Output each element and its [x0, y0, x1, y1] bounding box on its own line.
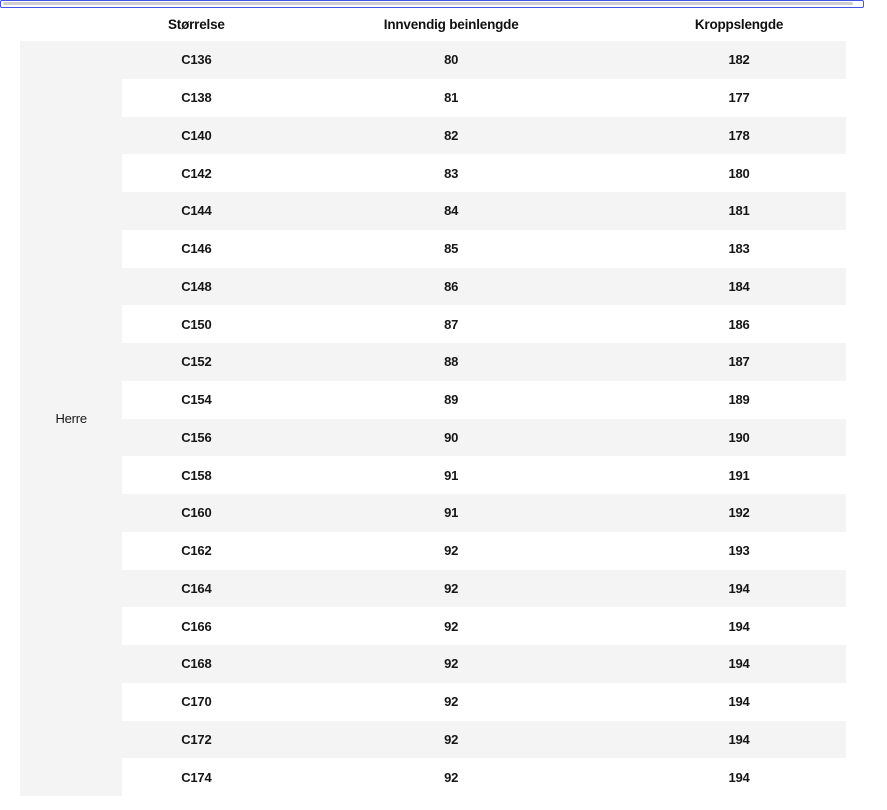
table-row: C138 81 177 — [20, 78, 846, 117]
col-header-kroppslengde: Kroppslengde — [632, 8, 846, 41]
inner-leg-cell: 91 — [270, 456, 633, 494]
table-row: C142 83 180 — [20, 154, 846, 192]
inner-leg-cell: 82 — [270, 116, 633, 155]
inner-leg-cell: 86 — [270, 267, 633, 306]
size-cell: C154 — [122, 380, 271, 419]
inner-leg-cell: 87 — [270, 305, 633, 343]
table-row: C172 92 194 — [20, 720, 846, 759]
size-cell: C174 — [122, 758, 271, 796]
table-row: C148 86 184 — [20, 267, 846, 306]
table-row: C144 84 181 — [20, 192, 846, 230]
body-length-cell: 190 — [632, 418, 846, 457]
size-cell: C140 — [122, 116, 271, 155]
body-length-cell: 194 — [632, 720, 846, 759]
body-length-cell: 189 — [632, 380, 846, 419]
inner-leg-cell: 92 — [270, 607, 633, 645]
header-row: Størrelse Innvendig beinlengde Kroppslen… — [20, 8, 846, 41]
body-length-cell: 178 — [632, 116, 846, 155]
inner-leg-cell: 80 — [270, 41, 633, 79]
inner-leg-cell: 84 — [270, 192, 633, 230]
body-length-cell: 194 — [632, 682, 846, 721]
inner-leg-cell: 92 — [270, 645, 633, 683]
inner-leg-cell: 83 — [270, 154, 633, 192]
body-length-cell: 187 — [632, 343, 846, 381]
inner-leg-cell: 91 — [270, 494, 633, 532]
size-cell: C162 — [122, 531, 271, 570]
table-row: C160 91 192 — [20, 494, 846, 532]
inner-leg-cell: 81 — [270, 78, 633, 117]
table-row: C162 92 193 — [20, 531, 846, 570]
body-length-cell: 194 — [632, 758, 846, 796]
header-spacer-cell — [20, 8, 123, 41]
table-row: C166 92 194 — [20, 607, 846, 645]
inner-leg-cell: 90 — [270, 418, 633, 457]
size-cell: C172 — [122, 720, 271, 759]
body-length-cell: 191 — [632, 456, 846, 494]
size-cell: C138 — [122, 78, 271, 117]
size-cell: C168 — [122, 645, 271, 683]
size-cell: C166 — [122, 607, 271, 645]
body-length-cell: 183 — [632, 229, 846, 268]
horizontal-scrollbar[interactable] — [0, 0, 864, 8]
table-row: C150 87 186 — [20, 305, 846, 343]
size-cell: C142 — [122, 154, 271, 192]
group-label-herre: Herre — [20, 41, 123, 796]
size-cell: C150 — [122, 305, 271, 343]
size-cell: C152 — [122, 343, 271, 381]
table-row: C154 89 189 — [20, 380, 846, 419]
body-length-cell: 177 — [632, 78, 846, 117]
inner-leg-cell: 92 — [270, 531, 633, 570]
table-row: C140 82 178 — [20, 116, 846, 155]
table-row: C174 92 194 — [20, 758, 846, 796]
table-row: C152 88 187 — [20, 343, 846, 381]
size-chart-table: Størrelse Innvendig beinlengde Kroppslen… — [20, 8, 846, 796]
size-cell: C160 — [122, 494, 271, 532]
size-cell: C144 — [122, 192, 271, 230]
inner-leg-cell: 92 — [270, 569, 633, 608]
table-row: C158 91 191 — [20, 456, 846, 494]
body-length-cell: 194 — [632, 607, 846, 645]
scrollbar-thumb[interactable] — [3, 2, 853, 5]
table-row: C156 90 190 — [20, 418, 846, 457]
body-length-cell: 193 — [632, 531, 846, 570]
table-body: Herre C136 80 182 C138 81 177 C140 82 178 C142 83 18… — [20, 41, 846, 796]
table-row: C146 85 183 — [20, 229, 846, 268]
size-cell: C146 — [122, 229, 271, 268]
inner-leg-cell: 88 — [270, 343, 633, 381]
col-header-innvendig-beinlengde: Innvendig beinlengde — [270, 8, 633, 41]
table-row: C164 92 194 — [20, 569, 846, 608]
size-cell: C156 — [122, 418, 271, 457]
inner-leg-cell: 92 — [270, 758, 633, 796]
body-length-cell: 180 — [632, 154, 846, 192]
inner-leg-cell: 85 — [270, 229, 633, 268]
size-cell: C136 — [122, 41, 271, 79]
inner-leg-cell: 92 — [270, 720, 633, 759]
size-cell: C148 — [122, 267, 271, 306]
col-header-storrelse: Størrelse — [122, 8, 271, 41]
table-row: Herre C136 80 182 — [20, 41, 846, 796]
size-cell: C158 — [122, 456, 271, 494]
size-guide-page: Størrelse Innvendig beinlengde Kroppslen… — [0, 0, 887, 810]
body-length-cell: 182 — [632, 41, 846, 79]
body-length-cell: 184 — [632, 267, 846, 306]
inner-leg-cell: 89 — [270, 380, 633, 419]
body-length-cell: 192 — [632, 494, 846, 532]
body-length-cell: 186 — [632, 305, 846, 343]
table-row: C168 92 194 — [20, 645, 846, 683]
body-length-cell: 194 — [632, 569, 846, 608]
size-cell: C170 — [122, 682, 271, 721]
inner-leg-cell: 92 — [270, 682, 633, 721]
table-header: Størrelse Innvendig beinlengde Kroppslen… — [20, 8, 846, 41]
body-length-cell: 181 — [632, 192, 846, 230]
size-cell: C164 — [122, 569, 271, 608]
body-length-cell: 194 — [632, 645, 846, 683]
table-row: C170 92 194 — [20, 682, 846, 721]
